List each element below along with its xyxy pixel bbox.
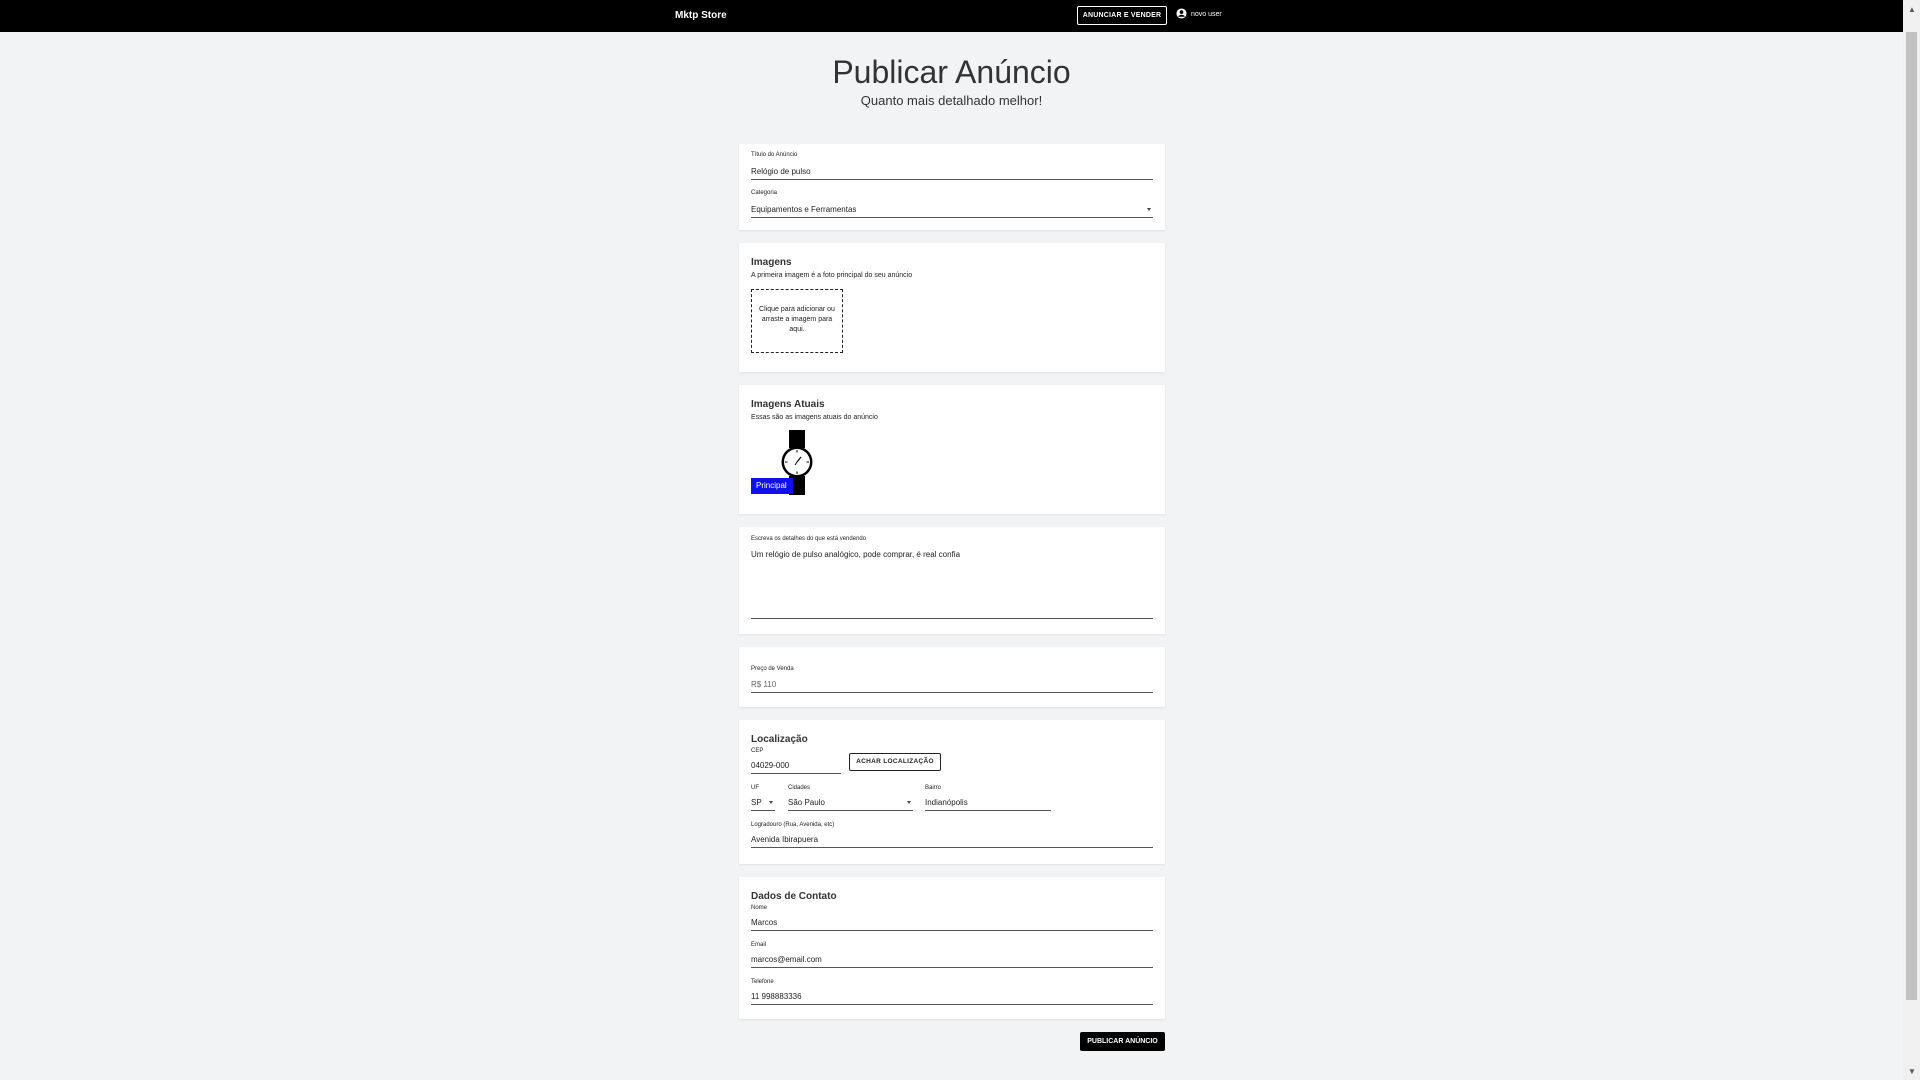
- current-images-title: Imagens Atuais: [751, 399, 825, 410]
- street-label: Logradouro (Rua, Avenida, etc): [751, 822, 835, 828]
- district-input[interactable]: Indianópolis: [925, 797, 1051, 811]
- price-label: Preço de Venda: [751, 666, 794, 672]
- location-title: Localização: [751, 734, 808, 745]
- images-description: A primeira imagem é a foto principal do …: [751, 272, 913, 279]
- category-value: Equipamentos e Ferramentas: [751, 205, 857, 214]
- phone-label: Telefone: [751, 979, 774, 985]
- district-label: Bairro: [925, 785, 942, 791]
- category-label: Categoria: [751, 190, 778, 196]
- chevron-down-icon: [1147, 208, 1151, 211]
- chevron-down-icon: [907, 801, 911, 804]
- location-card: Localização CEP 04029-000 ACHAR LOCALIZA…: [739, 720, 1165, 864]
- email-input[interactable]: marcos@email.com: [751, 954, 1153, 968]
- page-subtitle: Quanto mais detalhado melhor!: [860, 93, 1043, 108]
- user-circle-icon: [1176, 8, 1187, 21]
- city-label: Cidades: [788, 785, 811, 791]
- scroll-thumb[interactable]: [1906, 32, 1917, 1000]
- cep-input[interactable]: 04029-000: [751, 760, 841, 774]
- user-menu[interactable]: novo user: [1176, 8, 1222, 21]
- chevron-down-icon: [769, 801, 773, 804]
- details-label: Escreva os detalhes do que está vendendo: [751, 536, 867, 542]
- price-card: Preço de Venda R$ 110: [739, 647, 1165, 707]
- images-card: Imagens A primeira imagem é a foto princ…: [739, 243, 1165, 372]
- price-input[interactable]: R$ 110: [751, 679, 1153, 693]
- city-value: São Paulo: [788, 798, 825, 807]
- scroll-up-icon[interactable]: ▲: [1908, 5, 1916, 14]
- scrollbar[interactable]: ▲ ▼: [1903, 0, 1920, 1080]
- uf-value: SP: [751, 798, 762, 807]
- images-title: Imagens: [751, 257, 792, 268]
- sell-button[interactable]: ANUNCIAR E VENDER: [1077, 6, 1167, 25]
- ad-title-label: Título do Anúncio: [751, 152, 798, 158]
- publish-ad-button[interactable]: PUBLICAR ANÚNCIO: [1080, 1032, 1165, 1051]
- top-navbar: Mktp Store ANUNCIAR E VENDER novo user: [0, 0, 1903, 32]
- details-textarea[interactable]: Um relógio de pulso analógico, pode comp…: [751, 549, 1153, 619]
- current-images-card: Imagens Atuais Essas são as imagens atua…: [739, 385, 1165, 514]
- contact-title: Dados de Contato: [751, 891, 837, 902]
- page-title: Publicar Anúncio: [832, 54, 1071, 90]
- current-images-description: Essas são as imagens atuais do anúncio: [751, 414, 878, 421]
- user-name: novo user: [1191, 11, 1222, 18]
- basic-info-card: Título do Anúncio Relógio de pulso Categ…: [739, 144, 1165, 230]
- ad-title-input[interactable]: Relógio de pulso: [751, 166, 1153, 180]
- uf-label: UF: [751, 785, 759, 791]
- city-select[interactable]: São Paulo: [788, 797, 913, 811]
- image-dropzone[interactable]: Clique para adicionar ou arraste a image…: [751, 289, 843, 353]
- street-input[interactable]: Avenida Ibirapuera: [751, 834, 1153, 848]
- category-select[interactable]: Equipamentos e Ferramentas: [751, 204, 1153, 218]
- uf-select[interactable]: SP: [751, 797, 775, 811]
- email-label: Email: [751, 942, 767, 948]
- scroll-down-icon[interactable]: ▼: [1908, 1067, 1916, 1076]
- principal-badge: Principal: [751, 478, 793, 494]
- find-location-button[interactable]: ACHAR LOCALIZAÇÃO: [849, 753, 941, 771]
- name-label: Nome: [751, 905, 768, 911]
- phone-input[interactable]: 11 998883336: [751, 991, 1153, 1005]
- cep-label: CEP: [751, 748, 764, 754]
- brand-logo[interactable]: Mktp Store: [675, 10, 727, 21]
- contact-card: Dados de Contato Nome Marcos Email marco…: [739, 877, 1165, 1019]
- details-card: Escreva os detalhes do que está vendendo…: [739, 527, 1165, 634]
- name-input[interactable]: Marcos: [751, 917, 1153, 931]
